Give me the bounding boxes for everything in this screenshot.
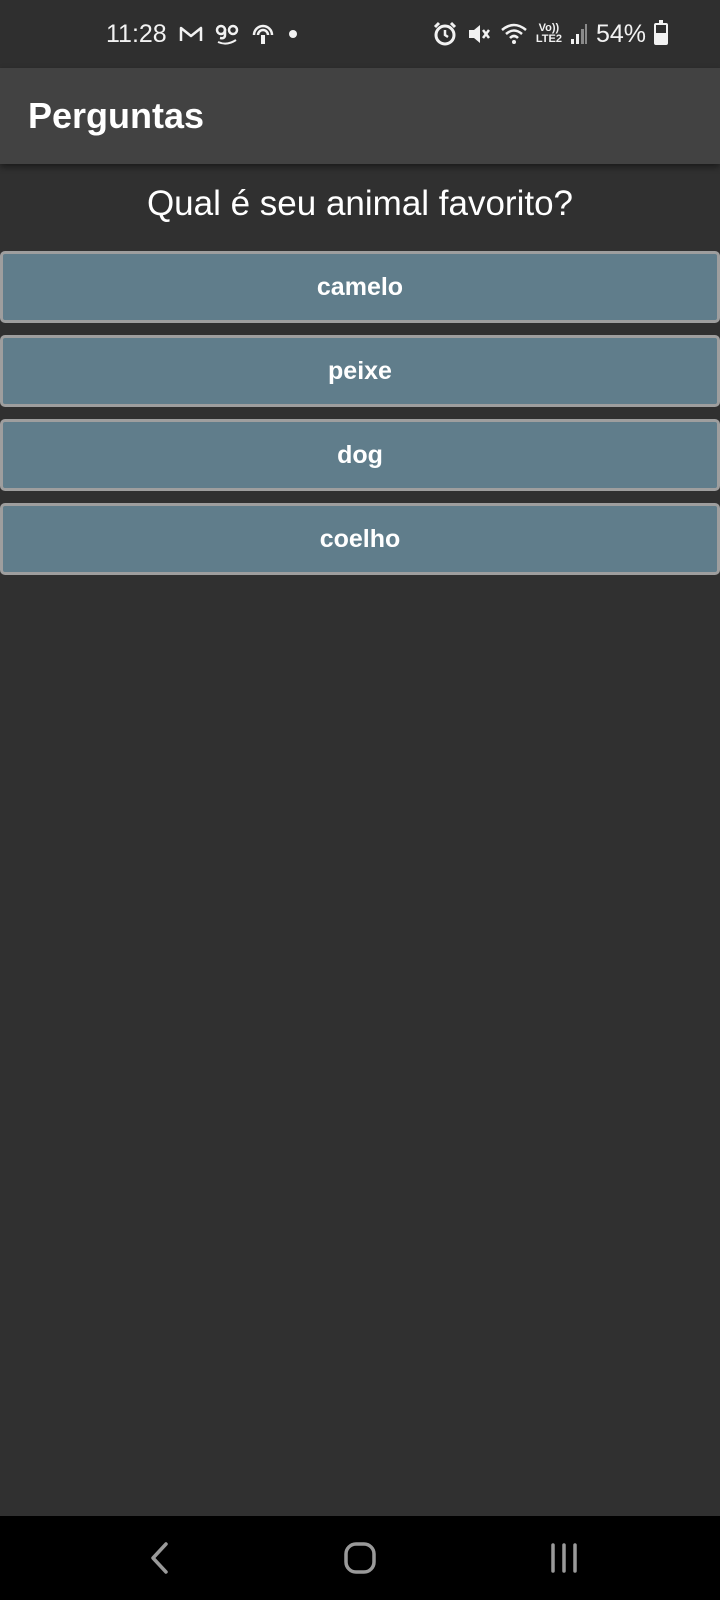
answer-button-coelho[interactable]: coelho: [0, 503, 720, 575]
gmail-icon: [179, 25, 203, 43]
recents-icon: [551, 1543, 577, 1573]
answer-button-peixe[interactable]: peixe: [0, 335, 720, 407]
recents-button[interactable]: [534, 1530, 594, 1586]
mute-icon: [466, 22, 492, 46]
battery-fill: [656, 33, 666, 43]
status-right: Vo)) LTE2 54%: [432, 0, 668, 68]
status-time: 11:28: [106, 19, 167, 48]
page-title: Perguntas: [28, 95, 205, 136]
hotspot-icon: [251, 22, 275, 46]
battery-icon: [654, 20, 668, 45]
alarm-icon: [432, 21, 458, 47]
volte-label-bottom: LTE2: [535, 33, 562, 45]
back-icon: [151, 1542, 168, 1574]
go-icon: [215, 23, 239, 45]
signal-icon: [570, 23, 588, 45]
home-button[interactable]: [330, 1530, 390, 1586]
volte-icon: Vo)) LTE2: [536, 23, 562, 45]
question-text: Qual é seu animal favorito?: [146, 184, 574, 223]
wifi-icon: [500, 22, 528, 46]
status-left: 11:28: [106, 0, 299, 68]
status-bar: 11:28 Vo)) LTE2 54%: [0, 0, 720, 68]
answer-button-camelo[interactable]: camelo: [0, 251, 720, 323]
navigation-bar: [0, 1516, 720, 1600]
home-icon: [344, 1542, 376, 1574]
dot-icon: [287, 28, 299, 40]
answer-list: camelo peixe dog coelho: [0, 251, 720, 587]
answer-button-dog[interactable]: dog: [0, 419, 720, 491]
back-button[interactable]: [130, 1530, 190, 1586]
battery-percent: 54%: [595, 19, 646, 48]
app-bar: Perguntas: [0, 68, 720, 164]
